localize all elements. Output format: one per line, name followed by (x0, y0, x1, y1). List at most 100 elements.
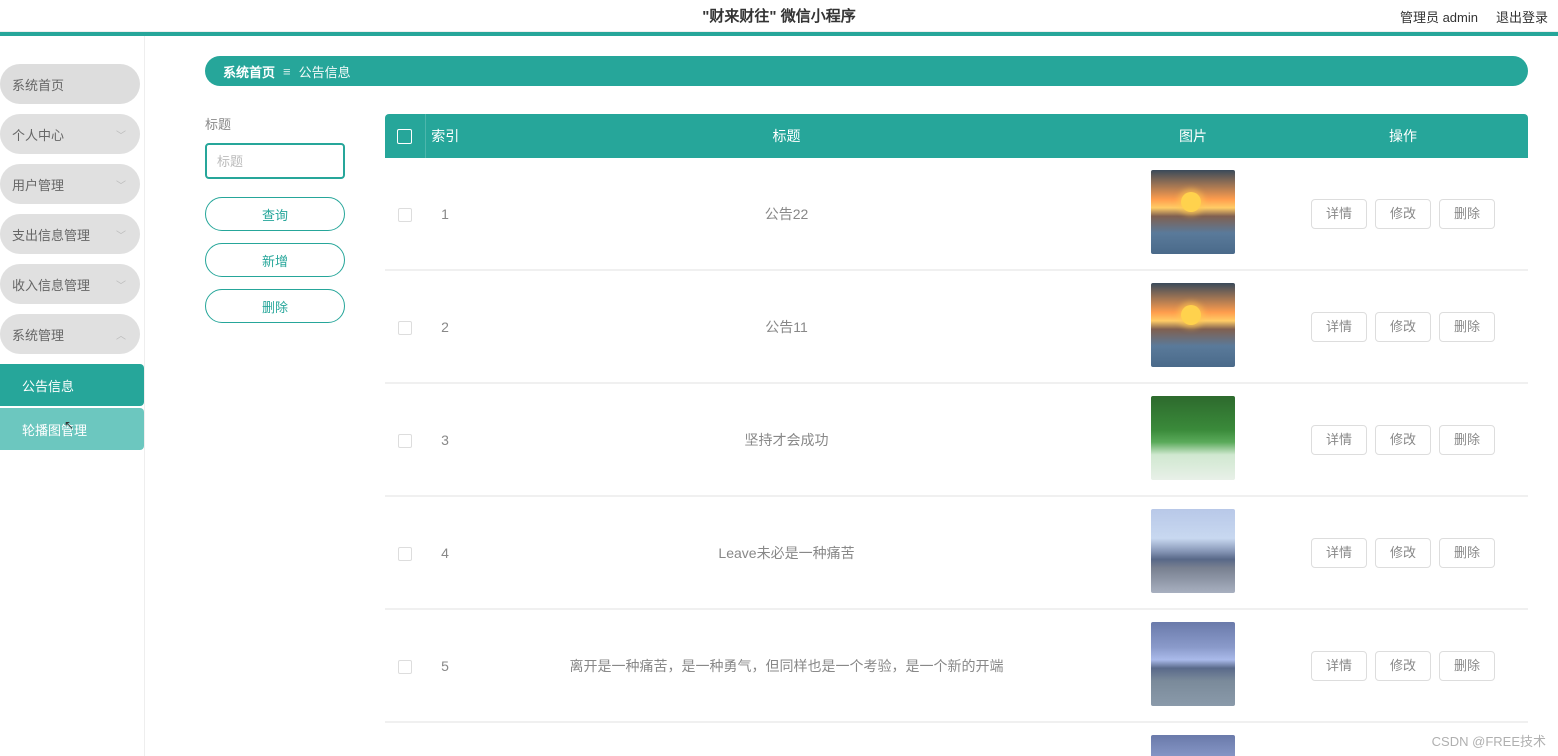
table-row: 5离开是一种痛苦，是一种勇气，但同样也是一个考验，是一个新的开端 详情修改删除 (385, 609, 1528, 722)
chevron-down-icon: ﹀ (116, 127, 126, 142)
select-all-checkbox[interactable] (397, 129, 412, 144)
cell-ops: 详情修改删除 (1278, 496, 1528, 609)
cell-index: 5 (425, 609, 465, 722)
cell-index: 1 (425, 158, 465, 270)
detail-button[interactable]: 详情 (1311, 199, 1367, 229)
cell-title (465, 722, 1108, 756)
cell-image (1108, 609, 1278, 722)
app-header: "财来财往" 微信小程序 管理员 admin 退出登录 (0, 0, 1558, 32)
col-checkbox (385, 114, 425, 158)
breadcrumb-home[interactable]: 系统首页 (223, 62, 275, 81)
cell-image (1108, 496, 1278, 609)
col-ops: 操作 (1278, 114, 1528, 158)
thumbnail-image[interactable] (1151, 509, 1235, 593)
cell-image (1108, 722, 1278, 756)
detail-button[interactable]: 详情 (1311, 312, 1367, 342)
col-index: 索引 (425, 114, 465, 158)
sidebar-item-label: 支出信息管理 (12, 225, 90, 244)
sidebar-sub-announcement[interactable]: 公告信息 (0, 364, 144, 406)
delete-button[interactable]: 删除 (205, 289, 345, 323)
row-delete-button[interactable]: 删除 (1439, 538, 1495, 568)
watermark: CSDN @FREE技术 (1432, 731, 1546, 750)
cell-ops: 详情修改删除 (1278, 609, 1528, 722)
thumbnail-image[interactable] (1151, 170, 1235, 254)
sidebar-item-label: 系统管理 (12, 325, 64, 344)
table-row: 4Leave未必是一种痛苦详情修改删除 (385, 496, 1528, 609)
cell-index: 2 (425, 270, 465, 383)
thumbnail-image[interactable] (1151, 396, 1235, 480)
sidebar-sub-carousel[interactable]: 轮播图管理 ↖ (0, 408, 144, 450)
chevron-up-icon: ︿ (116, 327, 126, 342)
thumbnail-image[interactable] (1151, 735, 1235, 756)
body-row: 标题 查询 新增 删除 索引 标题 图片 操作 (205, 114, 1528, 756)
col-title: 标题 (465, 114, 1108, 158)
table-row: 6详情修改删除 (385, 722, 1528, 756)
content-area: 系统首页 ≡ 公告信息 标题 查询 新增 删除 索引 标题 (145, 36, 1558, 756)
detail-button[interactable]: 详情 (1311, 425, 1367, 455)
cell-title: 公告11 (465, 270, 1108, 383)
logout-link[interactable]: 退出登录 (1496, 7, 1548, 26)
cell-image (1108, 158, 1278, 270)
detail-button[interactable]: 详情 (1311, 651, 1367, 681)
breadcrumb-separator-icon: ≡ (283, 64, 291, 79)
table-row: 3坚持才会成功 详情修改删除 (385, 383, 1528, 496)
table-row: 2公告11 详情修改删除 (385, 270, 1528, 383)
sidebar-item-label: 收入信息管理 (12, 275, 90, 294)
chevron-down-icon: ﹀ (116, 177, 126, 192)
row-checkbox[interactable] (398, 547, 412, 561)
detail-button[interactable]: 详情 (1311, 538, 1367, 568)
title-search-input[interactable] (205, 143, 345, 179)
app-title: "财来财往" 微信小程序 (702, 5, 855, 26)
row-delete-button[interactable]: 删除 (1439, 651, 1495, 681)
cell-index: 3 (425, 383, 465, 496)
edit-button[interactable]: 修改 (1375, 425, 1431, 455)
chevron-down-icon: ﹀ (116, 277, 126, 292)
edit-button[interactable]: 修改 (1375, 538, 1431, 568)
cell-ops: 详情修改删除 (1278, 270, 1528, 383)
add-button[interactable]: 新增 (205, 243, 345, 277)
row-checkbox[interactable] (398, 660, 412, 674)
row-delete-button[interactable]: 删除 (1439, 312, 1495, 342)
row-checkbox[interactable] (398, 321, 412, 335)
cell-ops: 详情修改删除 (1278, 383, 1528, 496)
sidebar-sub-label: 轮播图管理 (22, 420, 87, 439)
cell-title: 公告22 (465, 158, 1108, 270)
cell-ops: 详情修改删除 (1278, 158, 1528, 270)
cell-index: 6 (425, 722, 465, 756)
cell-title: Leave未必是一种痛苦 (465, 496, 1108, 609)
sidebar-item-income-mgmt[interactable]: 收入信息管理 ﹀ (0, 264, 140, 304)
cell-title: 离开是一种痛苦，是一种勇气，但同样也是一个考验，是一个新的开端 (465, 609, 1108, 722)
sidebar-sub-label: 公告信息 (22, 376, 74, 395)
breadcrumb-current: 公告信息 (299, 62, 351, 81)
filter-panel: 标题 查询 新增 删除 (205, 114, 345, 756)
row-checkbox[interactable] (398, 434, 412, 448)
cell-title: 坚持才会成功 (465, 383, 1108, 496)
sidebar-item-label: 个人中心 (12, 125, 64, 144)
sidebar-item-system-mgmt[interactable]: 系统管理 ︿ (0, 314, 140, 354)
row-checkbox[interactable] (398, 208, 412, 222)
cursor-icon: ↖ (64, 418, 74, 432)
row-delete-button[interactable]: 删除 (1439, 425, 1495, 455)
cell-image (1108, 270, 1278, 383)
admin-label[interactable]: 管理员 admin (1400, 7, 1478, 26)
sidebar: 系统首页 个人中心 ﹀ 用户管理 ﹀ 支出信息管理 ﹀ 收入信息管理 ﹀ 系统管… (0, 36, 145, 756)
filter-label: 标题 (205, 114, 345, 133)
thumbnail-image[interactable] (1151, 283, 1235, 367)
sidebar-item-user-mgmt[interactable]: 用户管理 ﹀ (0, 164, 140, 204)
sidebar-item-label: 系统首页 (12, 75, 64, 94)
sidebar-item-profile[interactable]: 个人中心 ﹀ (0, 114, 140, 154)
edit-button[interactable]: 修改 (1375, 651, 1431, 681)
row-delete-button[interactable]: 删除 (1439, 199, 1495, 229)
header-right: 管理员 admin 退出登录 (1400, 0, 1548, 32)
thumbnail-image[interactable] (1151, 622, 1235, 706)
table-row: 1公告22 详情修改删除 (385, 158, 1528, 270)
edit-button[interactable]: 修改 (1375, 199, 1431, 229)
sidebar-item-home[interactable]: 系统首页 (0, 64, 140, 104)
chevron-down-icon: ﹀ (116, 227, 126, 242)
search-button[interactable]: 查询 (205, 197, 345, 231)
sidebar-item-label: 用户管理 (12, 175, 64, 194)
edit-button[interactable]: 修改 (1375, 312, 1431, 342)
sidebar-item-expense-mgmt[interactable]: 支出信息管理 ﹀ (0, 214, 140, 254)
col-image: 图片 (1108, 114, 1278, 158)
cell-image (1108, 383, 1278, 496)
